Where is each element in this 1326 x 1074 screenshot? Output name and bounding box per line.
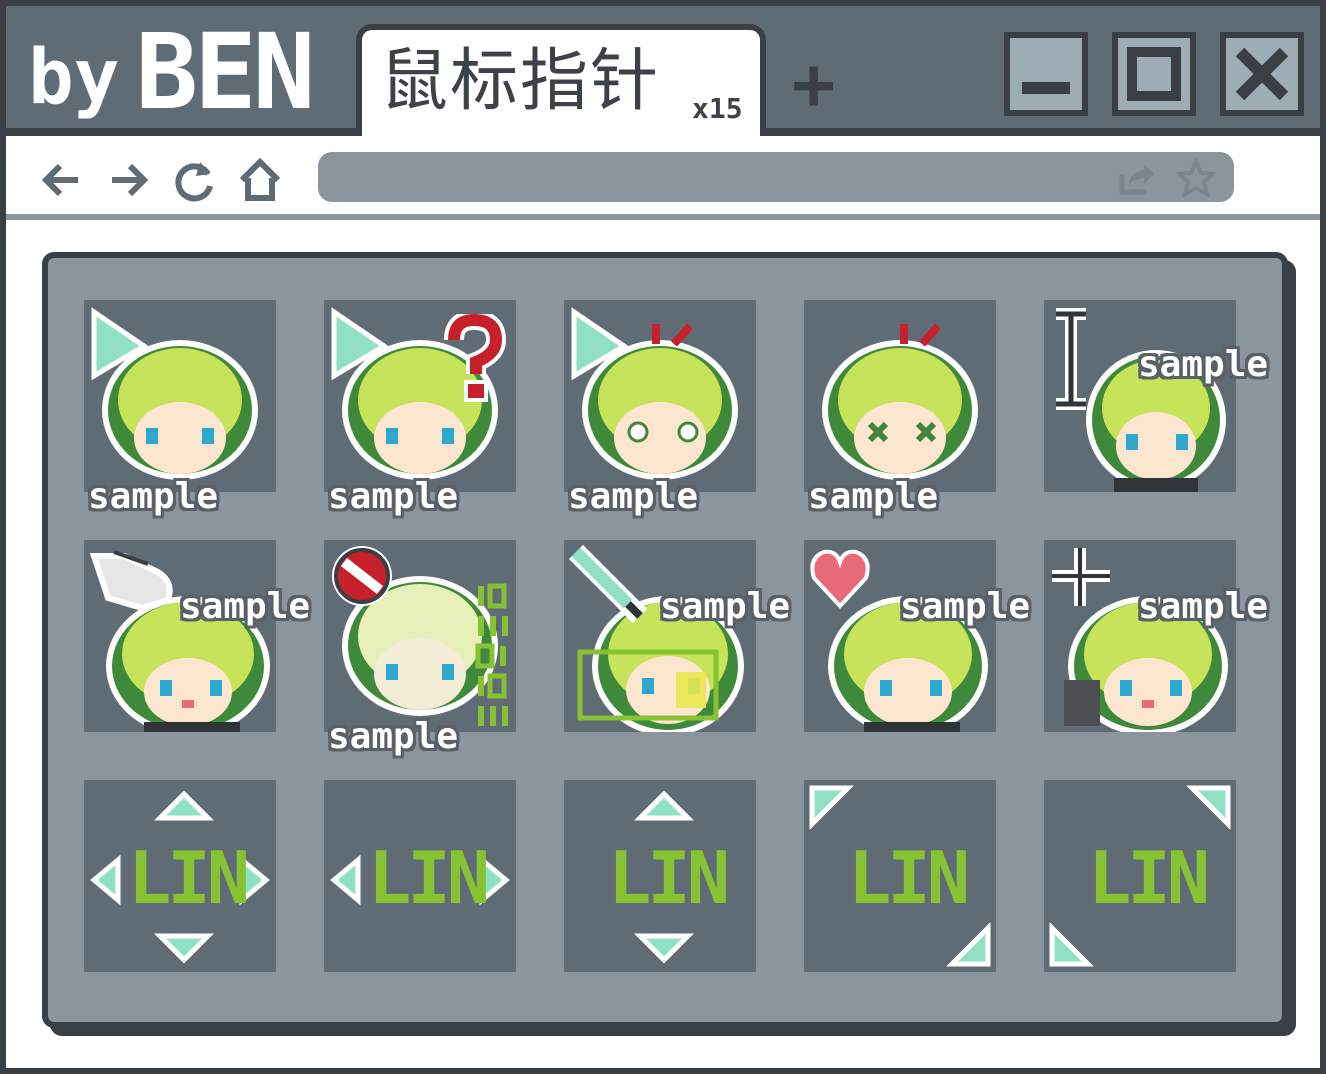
maximize-icon	[1127, 47, 1181, 101]
cursor-unavailable[interactable]: sample	[324, 540, 516, 757]
cursor-link-select[interactable]: sample	[84, 540, 310, 732]
cursor-diagonal-resize-2[interactable]: LIN	[1044, 780, 1236, 972]
home-icon[interactable]	[236, 156, 284, 204]
ne-arrow-icon	[1186, 785, 1231, 830]
sample-watermark: sample	[328, 716, 459, 757]
sample-watermark: sample	[88, 476, 219, 517]
tab-title: 鼠标指针	[380, 42, 661, 121]
cursor-alternate-select[interactable]: sample	[804, 540, 1030, 732]
lin-label: LIN	[1088, 836, 1210, 920]
reload-icon[interactable]	[170, 156, 218, 204]
sample-watermark: sample	[808, 476, 939, 517]
lin-label: LIN	[848, 836, 970, 920]
cursor-help-select[interactable]: sample	[324, 300, 516, 517]
no-entry-icon	[332, 546, 392, 606]
binary-rain-icon	[475, 583, 508, 726]
star-icon[interactable]	[1176, 158, 1216, 198]
cursor-move[interactable]: LIN	[84, 780, 276, 972]
active-tab[interactable]: 鼠标指针 x15	[356, 24, 766, 138]
left-arrow-icon	[90, 854, 121, 906]
down-arrow-icon	[154, 933, 214, 964]
down-arrow-icon	[634, 933, 694, 964]
sw-arrow-icon	[1049, 922, 1094, 967]
brand-name: BEN	[135, 11, 316, 133]
sample-watermark: sample	[1138, 344, 1269, 385]
brand-logo: by BEN	[28, 11, 316, 133]
cursor-text-select[interactable]: sample	[1044, 300, 1268, 492]
cursor-handwriting[interactable]: sample	[564, 540, 790, 732]
arrow-icon	[331, 307, 389, 381]
character-head-icon	[822, 323, 978, 480]
close-icon	[1235, 47, 1289, 101]
up-arrow-icon	[634, 790, 694, 821]
tab-count-badge: x15	[692, 92, 743, 125]
question-mark-icon	[444, 314, 506, 402]
lin-label: LIN	[608, 836, 730, 920]
lin-label: LIN	[128, 836, 250, 920]
cursor-working-in-background[interactable]: sample	[564, 300, 756, 517]
up-arrow-icon	[154, 790, 214, 821]
forward-arrow-icon[interactable]	[104, 156, 152, 204]
crosshair-icon	[1052, 548, 1110, 606]
cursor-precision-select[interactable]: sample	[1044, 540, 1268, 732]
pointing-hand-icon	[89, 550, 173, 612]
cursor-horizontal-resize[interactable]: LIN	[324, 780, 516, 972]
arrow-icon	[91, 307, 149, 381]
sample-watermark: sample	[1138, 586, 1269, 627]
sample-watermark: sample	[660, 586, 791, 627]
arrow-icon	[571, 307, 629, 381]
share-icon[interactable]	[1116, 158, 1156, 198]
browser-window: by BEN 鼠标指针 x15 + sample sample sample s…	[0, 0, 1326, 1074]
sample-watermark: sample	[180, 586, 311, 627]
close-button[interactable]	[1220, 32, 1304, 116]
cursor-busy[interactable]: sample	[804, 300, 996, 517]
brand-prefix: by	[28, 32, 120, 121]
lin-label: LIN	[368, 836, 490, 920]
left-arrow-icon	[330, 854, 361, 906]
back-arrow-icon[interactable]	[38, 156, 86, 204]
cursor-diagonal-resize-1[interactable]: LIN	[804, 780, 996, 972]
sample-watermark: sample	[328, 476, 459, 517]
pen-icon	[568, 544, 648, 624]
nw-arrow-icon	[809, 785, 854, 830]
cursor-normal-select[interactable]: sample	[84, 300, 276, 517]
minimize-icon	[1022, 82, 1070, 94]
maximize-button[interactable]	[1112, 32, 1196, 116]
sample-watermark: sample	[900, 586, 1031, 627]
se-arrow-icon	[946, 922, 991, 967]
i-beam-icon	[1056, 308, 1086, 410]
cursor-vertical-resize[interactable]: LIN	[564, 780, 756, 972]
navigation-divider	[6, 214, 1320, 220]
minimize-button[interactable]	[1004, 32, 1088, 116]
new-tab-button[interactable]: +	[792, 48, 835, 120]
sample-watermark: sample	[568, 476, 699, 517]
address-bar[interactable]	[318, 152, 1234, 202]
heart-icon	[810, 549, 870, 609]
